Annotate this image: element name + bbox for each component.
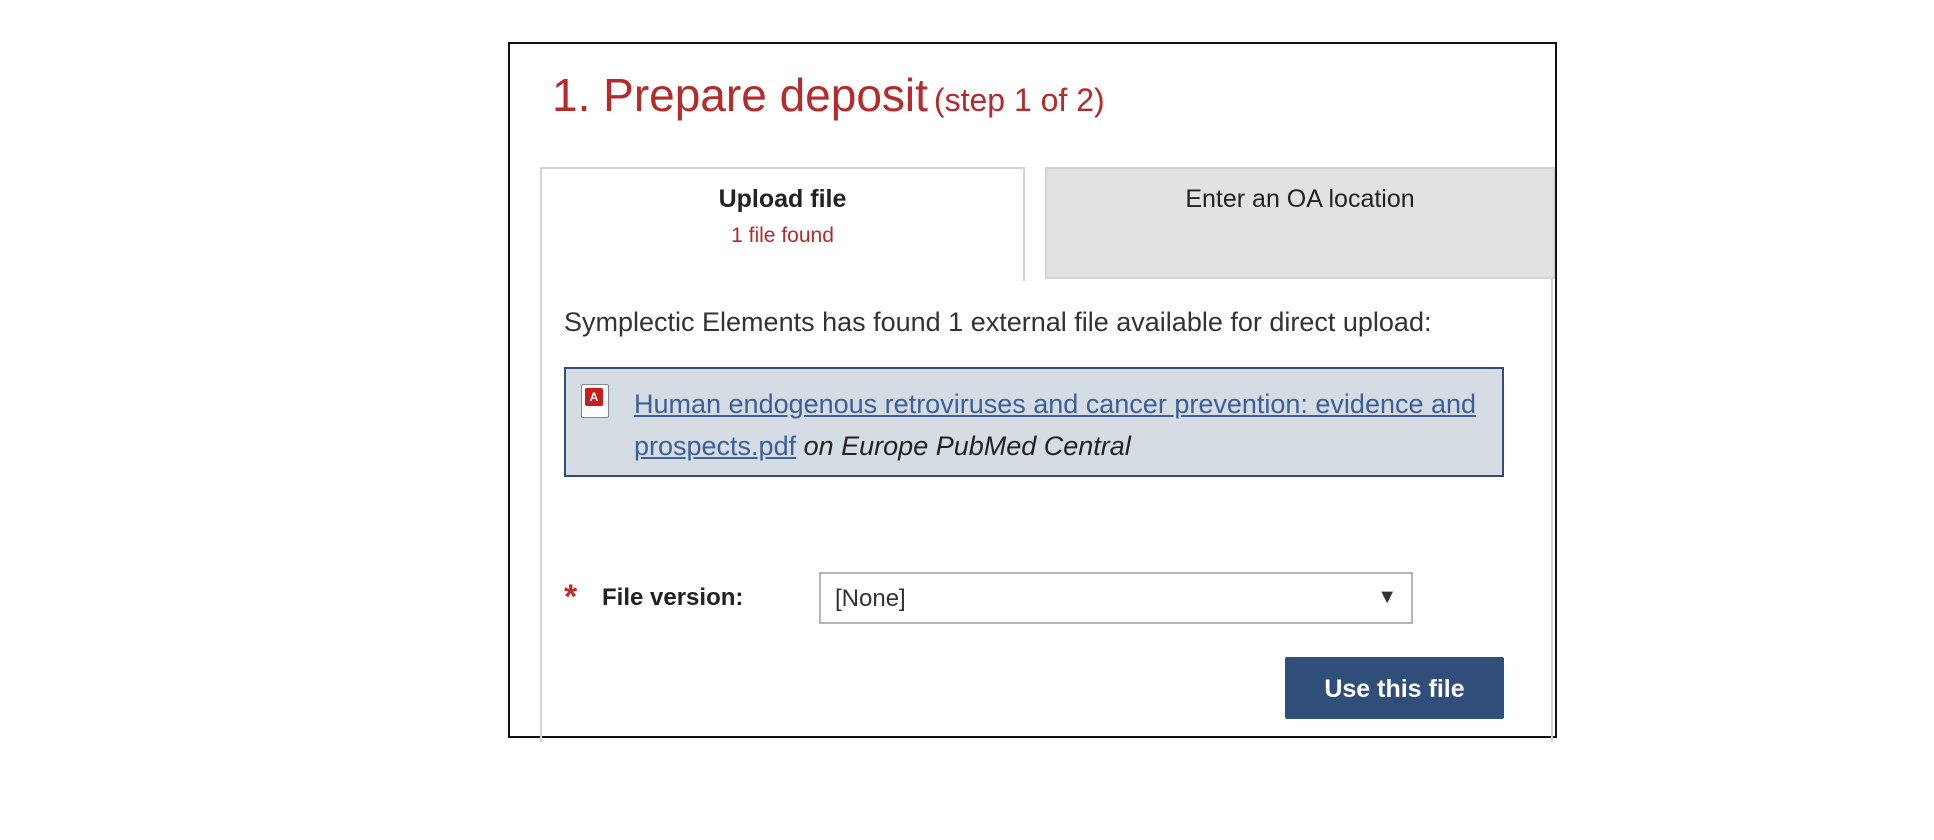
pdf-file-icon: A — [581, 384, 609, 418]
dropdown-caret-icon: ▼ — [1377, 586, 1397, 608]
deposit-frame: 1. Prepare deposit (step 1 of 2) Upload f… — [508, 42, 1557, 742]
file-version-label: File version: — [602, 584, 744, 611]
step-indicator: (step 1 of 2) — [933, 82, 1105, 118]
tab-upload-file-label: Upload file — [718, 185, 847, 213]
external-file-item: A Human endogenous retroviruses and canc… — [564, 367, 1504, 477]
file-version-select[interactable]: [None] ▼ — [819, 572, 1413, 624]
tab-enter-oa-location-label: Enter an OA location — [1185, 185, 1415, 213]
page-title: 1. Prepare deposit (step 1 of 2) — [552, 68, 1105, 123]
file-count-badge: 1 file found — [731, 224, 834, 247]
tab-upload-file[interactable]: Upload file 1 file found — [542, 167, 1025, 281]
deposit-panel: Upload file 1 file found Enter an OA loc… — [540, 167, 1555, 742]
page-title-text: 1. Prepare deposit — [552, 69, 928, 121]
file-description: Human endogenous retroviruses and cancer… — [634, 383, 1494, 467]
file-version-value: [None] — [835, 585, 906, 612]
tab-enter-oa-location[interactable]: Enter an OA location — [1045, 167, 1555, 279]
required-asterisk-icon: * — [564, 578, 578, 616]
found-files-message: Symplectic Elements has found 1 external… — [564, 307, 1432, 337]
file-source: on Europe PubMed Central — [803, 431, 1131, 461]
use-this-file-button[interactable]: Use this file — [1285, 657, 1504, 719]
